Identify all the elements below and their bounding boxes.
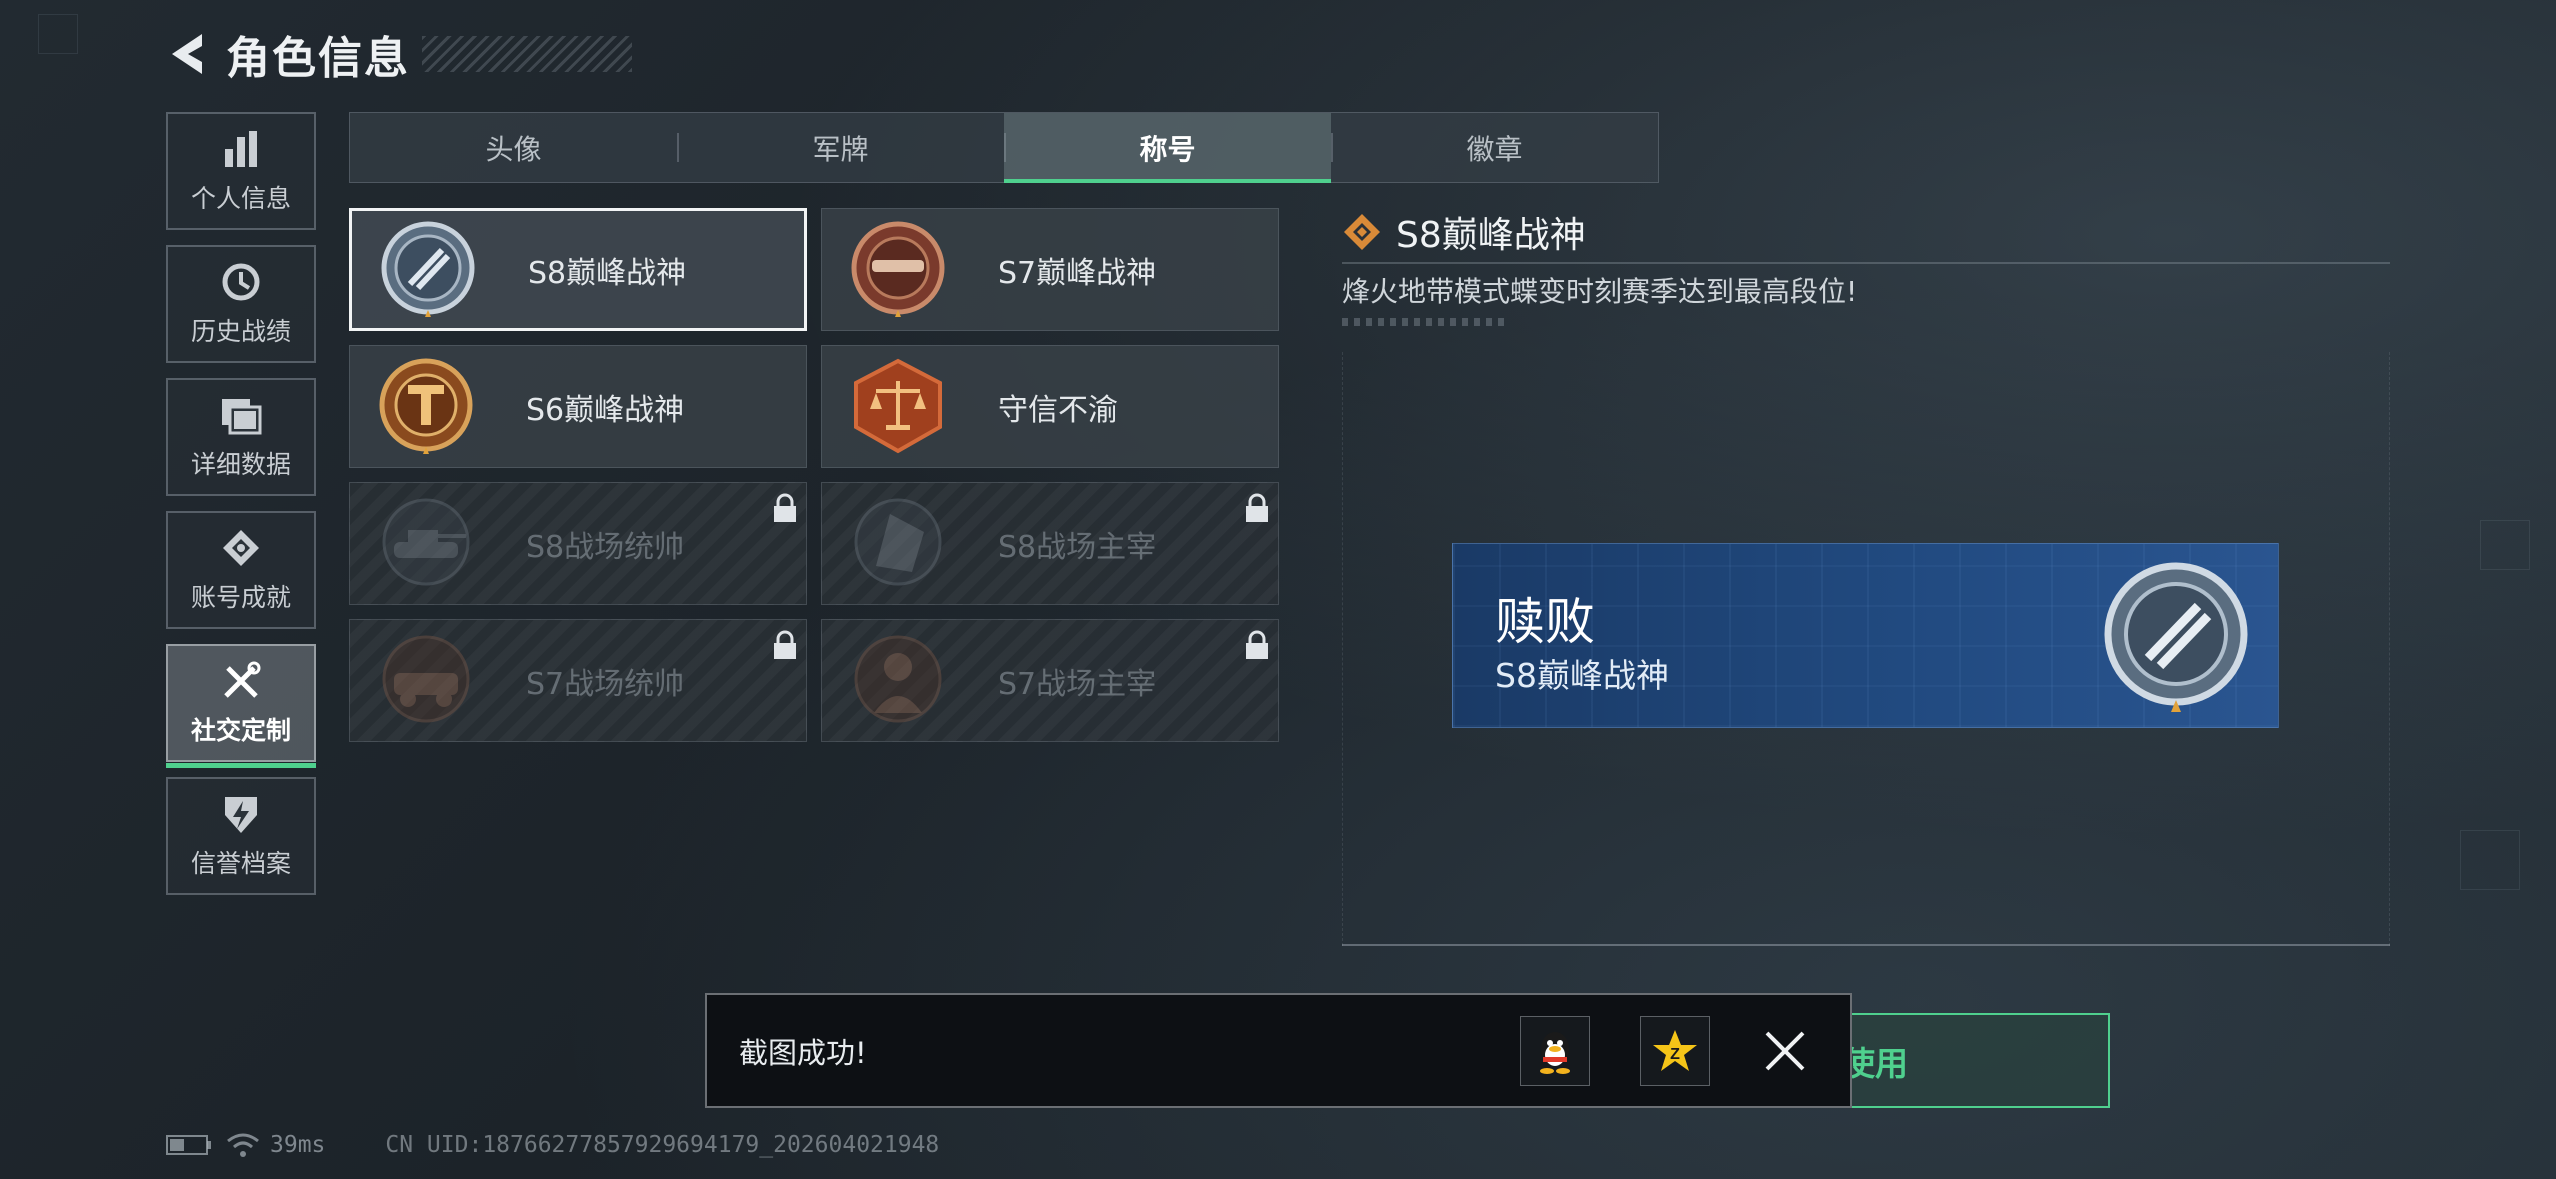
preview-player-name: 赎败 [1495, 593, 1595, 651]
title-preview-card: 赎败 S8巅峰战神 [1452, 543, 2279, 728]
tab-dogtag[interactable]: 军牌 [677, 113, 1004, 182]
title-name: S8战场统帅 [526, 529, 685, 565]
s6-peak-badge-icon [379, 358, 473, 454]
sidebar-item-achievements[interactable]: 账号成就 [166, 511, 316, 629]
tools-icon [219, 659, 263, 703]
qq-penguin-icon [1540, 1031, 1570, 1074]
title-card-s7-commander[interactable]: S7战场统帅 [349, 619, 807, 742]
s8-peak-badge-icon [2104, 562, 2248, 712]
sidebar: 个人信息 历史战绩 详细数据 账号成就 社交定制 信誉档案 [166, 112, 316, 910]
sidebar-item-detailed-data[interactable]: 详细数据 [166, 378, 316, 496]
title-card-s7-dominator[interactable]: S7战场主宰 [821, 619, 1279, 742]
title-name: S7巅峰战神 [998, 255, 1157, 291]
detail-title: S8巅峰战神 [1396, 215, 1586, 256]
title-decoration [422, 36, 632, 72]
tab-title[interactable]: 称号 [1004, 113, 1331, 183]
s7-peak-badge-icon [851, 221, 945, 317]
toast-message: 截图成功! [739, 1035, 867, 1070]
divider [1342, 262, 2390, 264]
svg-text:Z: Z [1670, 1046, 1680, 1063]
lock-icon [1246, 493, 1268, 522]
title-name: S8巅峰战神 [528, 255, 687, 291]
share-qzone-button[interactable]: Z [1640, 1015, 1710, 1086]
medal-icon [219, 526, 263, 570]
sidebar-item-label: 个人信息 [190, 184, 291, 213]
divider [1342, 944, 2390, 946]
title-name: S8战场主宰 [998, 529, 1157, 565]
history-clock-icon [219, 260, 263, 304]
qzone-star-icon: Z [1653, 1029, 1697, 1071]
user-uid: CN UID:18766277857929694179_202604021948 [385, 1132, 940, 1158]
back-arrow-icon [172, 34, 202, 74]
lock-icon [774, 630, 796, 659]
screenshot-toast: 截图成功! Z [705, 993, 1852, 1108]
sidebar-item-social-custom[interactable]: 社交定制 [166, 644, 316, 768]
preview-title: S8巅峰战神 [1495, 656, 1669, 695]
status-bar: 39ms CN UID:18766277857929694179_2026040… [166, 1128, 939, 1162]
sidebar-item-label: 详细数据 [190, 450, 291, 479]
tab-emblem[interactable]: 徽章 [1331, 113, 1658, 182]
diamond-icon [1344, 214, 1380, 250]
title-name: 守信不渝 [998, 392, 1118, 428]
scales-badge-icon [854, 358, 942, 453]
title-name: S7战场主宰 [998, 666, 1157, 702]
frame-decoration [2480, 520, 2530, 570]
sidebar-item-label: 信誉档案 [190, 849, 291, 878]
title-name: S7战场统帅 [526, 666, 685, 702]
share-qq-button[interactable] [1520, 1015, 1590, 1086]
battery-icon [166, 1135, 211, 1155]
building-badge-icon [854, 498, 942, 585]
detail-description: 烽火地带模式蝶变时刻赛季达到最高段位! [1342, 275, 1858, 308]
soldier-badge-icon [854, 635, 942, 722]
title-card-s8-commander[interactable]: S8战场统帅 [349, 482, 807, 605]
lock-icon [774, 493, 796, 522]
detail-decoration [1342, 318, 1507, 326]
sidebar-item-credit-record[interactable]: 信誉档案 [166, 777, 316, 895]
category-tabs: 头像 军牌 称号 徽章 [349, 112, 1659, 183]
bar-chart-icon [219, 127, 263, 171]
title-grid: S8巅峰战神 S7巅峰战神 S6巅峰战神 守信不渝 S8战场统帅 S8战场主宰 … [349, 208, 1279, 742]
sidebar-item-personal-info[interactable]: 个人信息 [166, 112, 316, 230]
shield-bolt-icon [219, 792, 263, 836]
s8-peak-badge-icon [381, 221, 475, 317]
title-card-s8-peak[interactable]: S8巅峰战神 [349, 208, 807, 331]
back-button[interactable] [160, 24, 216, 84]
tank-badge-icon [382, 498, 470, 585]
title-card-keep-faith[interactable]: 守信不渝 [821, 345, 1279, 468]
sidebar-item-history[interactable]: 历史战绩 [166, 245, 316, 363]
tab-avatar[interactable]: 头像 [350, 113, 677, 182]
detail-header: S8巅峰战神 [1342, 206, 1586, 258]
frame-decoration [38, 14, 78, 54]
frame-decoration [2460, 830, 2520, 890]
sidebar-item-label: 历史战绩 [190, 317, 291, 346]
lock-icon [1246, 630, 1268, 659]
title-card-s7-peak[interactable]: S7巅峰战神 [821, 208, 1279, 331]
vehicle-badge-icon [382, 635, 470, 722]
folder-icon [219, 393, 263, 437]
wifi-icon [227, 1133, 259, 1157]
sidebar-item-label: 账号成就 [190, 583, 291, 612]
ping-value: 39ms [270, 1132, 326, 1158]
close-icon [1765, 1031, 1805, 1070]
close-button[interactable] [1760, 1026, 1810, 1076]
title-card-s8-dominator[interactable]: S8战场主宰 [821, 482, 1279, 605]
page-title: 角色信息 [226, 33, 410, 84]
title-card-s6-peak[interactable]: S6巅峰战神 [349, 345, 807, 468]
title-name: S6巅峰战神 [526, 392, 685, 428]
page-header: 角色信息 [160, 22, 632, 86]
sidebar-item-label: 社交定制 [190, 716, 291, 745]
